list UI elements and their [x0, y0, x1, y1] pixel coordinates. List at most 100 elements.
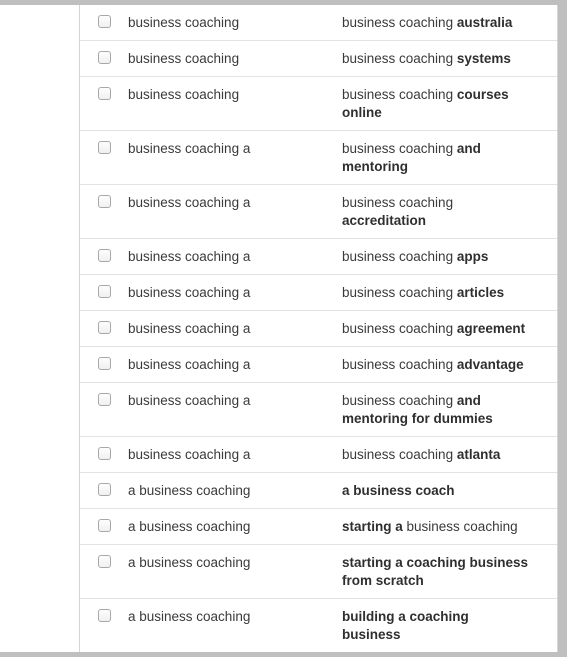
table-row[interactable]: business coaching business coaching austr…	[80, 5, 557, 41]
seed-keyword-cell: business coaching a	[128, 357, 251, 372]
seed-keyword-cell: a business coaching	[128, 483, 251, 498]
suggested-keyword-cell: business coaching and mentoring	[342, 140, 557, 176]
suggested-keyword-cell: business coaching accreditation	[342, 194, 557, 230]
suggested-keyword-cell: business coaching articles	[342, 284, 557, 302]
vertical-scrollbar-gutter[interactable]	[558, 0, 567, 657]
checkbox-unchecked-icon[interactable]	[97, 51, 111, 64]
table-row[interactable]: business coaching business coaching cours…	[80, 77, 557, 131]
left-blank-column	[0, 5, 79, 652]
keyword-plain-part: business coaching	[342, 357, 457, 372]
seed-keyword-cell: business coaching a	[128, 321, 251, 336]
table-row[interactable]: a business coaching a business coach	[80, 473, 557, 509]
keyword-plain-part: business coaching	[342, 393, 457, 408]
bottom-chrome-bar	[0, 652, 567, 657]
row-select-cell[interactable]	[80, 320, 128, 334]
checkbox-unchecked-icon[interactable]	[97, 393, 111, 406]
checkbox-unchecked-icon[interactable]	[97, 285, 111, 298]
row-select-cell[interactable]	[80, 554, 128, 568]
row-select-cell[interactable]	[80, 446, 128, 460]
row-select-cell[interactable]	[80, 14, 128, 28]
suggested-keyword-cell: business coaching australia	[342, 14, 557, 32]
keyword-bold-part: starting a coaching business from scratc…	[342, 555, 529, 588]
keyword-plain-part: business coaching	[342, 51, 457, 66]
keyword-plain-part: business coaching	[342, 447, 457, 462]
seed-keyword-cell: a business coaching	[128, 609, 251, 624]
row-select-cell[interactable]	[80, 50, 128, 64]
seed-keyword-cell: business coaching a	[128, 285, 251, 300]
row-select-cell[interactable]	[80, 356, 128, 370]
keyword-plain-part: business coaching	[342, 321, 457, 336]
seed-keyword-cell: a business coaching	[128, 555, 251, 570]
keyword-bold-part: building a coaching business	[342, 609, 469, 642]
keyword-trailing-part: business coaching	[402, 519, 518, 534]
checkbox-unchecked-icon[interactable]	[97, 249, 111, 262]
keyword-bold-part: systems	[456, 51, 511, 66]
keyword-results-page: business coaching business coaching austr…	[0, 0, 567, 657]
keyword-bold-part: atlanta	[456, 447, 501, 462]
table-row[interactable]: business coaching a business coaching agr…	[80, 311, 557, 347]
seed-keyword-cell: business coaching a	[128, 447, 251, 462]
checkbox-unchecked-icon[interactable]	[97, 87, 111, 100]
keyword-bold-part: advantage	[456, 357, 524, 372]
suggested-keyword-cell: business coaching apps	[342, 248, 557, 266]
suggested-keyword-cell: business coaching systems	[342, 50, 557, 68]
checkbox-unchecked-icon[interactable]	[97, 609, 111, 622]
table-row[interactable]: a business coaching starting a coaching b…	[80, 545, 557, 599]
keyword-bold-part: australia	[456, 15, 513, 30]
row-select-cell[interactable]	[80, 392, 128, 406]
checkbox-unchecked-icon[interactable]	[97, 15, 111, 28]
seed-keyword-cell: business coaching a	[128, 195, 251, 210]
row-select-cell[interactable]	[80, 248, 128, 262]
keyword-bold-part: a business coach	[342, 483, 455, 498]
checkbox-unchecked-icon[interactable]	[97, 357, 111, 370]
row-select-cell[interactable]	[80, 482, 128, 496]
keyword-plain-part: business coaching	[342, 195, 454, 210]
keyword-plain-part: business coaching	[342, 87, 457, 102]
checkbox-unchecked-icon[interactable]	[97, 195, 111, 208]
table-row[interactable]: business coaching business coaching syste…	[80, 41, 557, 77]
seed-keyword-cell: a business coaching	[128, 519, 251, 534]
checkbox-unchecked-icon[interactable]	[97, 555, 111, 568]
row-select-cell[interactable]	[80, 194, 128, 208]
keyword-bold-part: articles	[456, 285, 505, 300]
suggested-keyword-cell: business coaching and mentoring for dumm…	[342, 392, 557, 428]
keyword-plain-part: business coaching	[342, 141, 457, 156]
seed-keyword-cell: business coaching a	[128, 141, 251, 156]
keyword-bold-part: agreement	[456, 321, 526, 336]
suggested-keyword-cell: business coaching agreement	[342, 320, 557, 338]
suggested-keyword-cell: business coaching atlanta	[342, 446, 557, 464]
checkbox-unchecked-icon[interactable]	[97, 483, 111, 496]
row-select-cell[interactable]	[80, 518, 128, 532]
seed-keyword-cell: business coaching a	[128, 393, 251, 408]
table-row[interactable]: business coaching a business coaching adv…	[80, 347, 557, 383]
checkbox-unchecked-icon[interactable]	[97, 321, 111, 334]
checkbox-unchecked-icon[interactable]	[97, 141, 111, 154]
table-row[interactable]: business coaching a business coaching and…	[80, 131, 557, 185]
table-row[interactable]: business coaching a business coaching app…	[80, 239, 557, 275]
table-row[interactable]: a business coaching starting a business c…	[80, 509, 557, 545]
suggested-keyword-cell: business coaching advantage	[342, 356, 557, 374]
keyword-plain-part: business coaching	[342, 15, 457, 30]
table-row[interactable]: business coaching a business coaching and…	[80, 383, 557, 437]
suggested-keyword-cell: a business coach	[342, 482, 557, 500]
checkbox-unchecked-icon[interactable]	[97, 447, 111, 460]
table-row[interactable]: business coaching a business coaching art…	[80, 275, 557, 311]
suggested-keyword-cell: business coaching courses online	[342, 86, 557, 122]
suggested-keyword-cell: building a coaching business	[342, 608, 557, 644]
table-row[interactable]: a business coaching building a coaching b…	[80, 599, 557, 652]
keyword-bold-part: starting a	[342, 519, 403, 534]
seed-keyword-cell: business coaching a	[128, 249, 251, 264]
checkbox-unchecked-icon[interactable]	[97, 519, 111, 532]
keyword-bold-part: accreditation	[342, 213, 427, 228]
keyword-plain-part: business coaching	[342, 285, 457, 300]
row-select-cell[interactable]	[80, 284, 128, 298]
table-row[interactable]: business coaching a business coaching acc…	[80, 185, 557, 239]
suggested-keyword-cell: starting a coaching business from scratc…	[342, 554, 557, 590]
seed-keyword-cell: business coaching	[128, 87, 240, 102]
suggested-keyword-cell: starting a business coaching	[342, 518, 557, 536]
row-select-cell[interactable]	[80, 608, 128, 622]
row-select-cell[interactable]	[80, 86, 128, 100]
row-select-cell[interactable]	[80, 140, 128, 154]
table-row[interactable]: business coaching a business coaching atl…	[80, 437, 557, 473]
keyword-plain-part: business coaching	[342, 249, 457, 264]
